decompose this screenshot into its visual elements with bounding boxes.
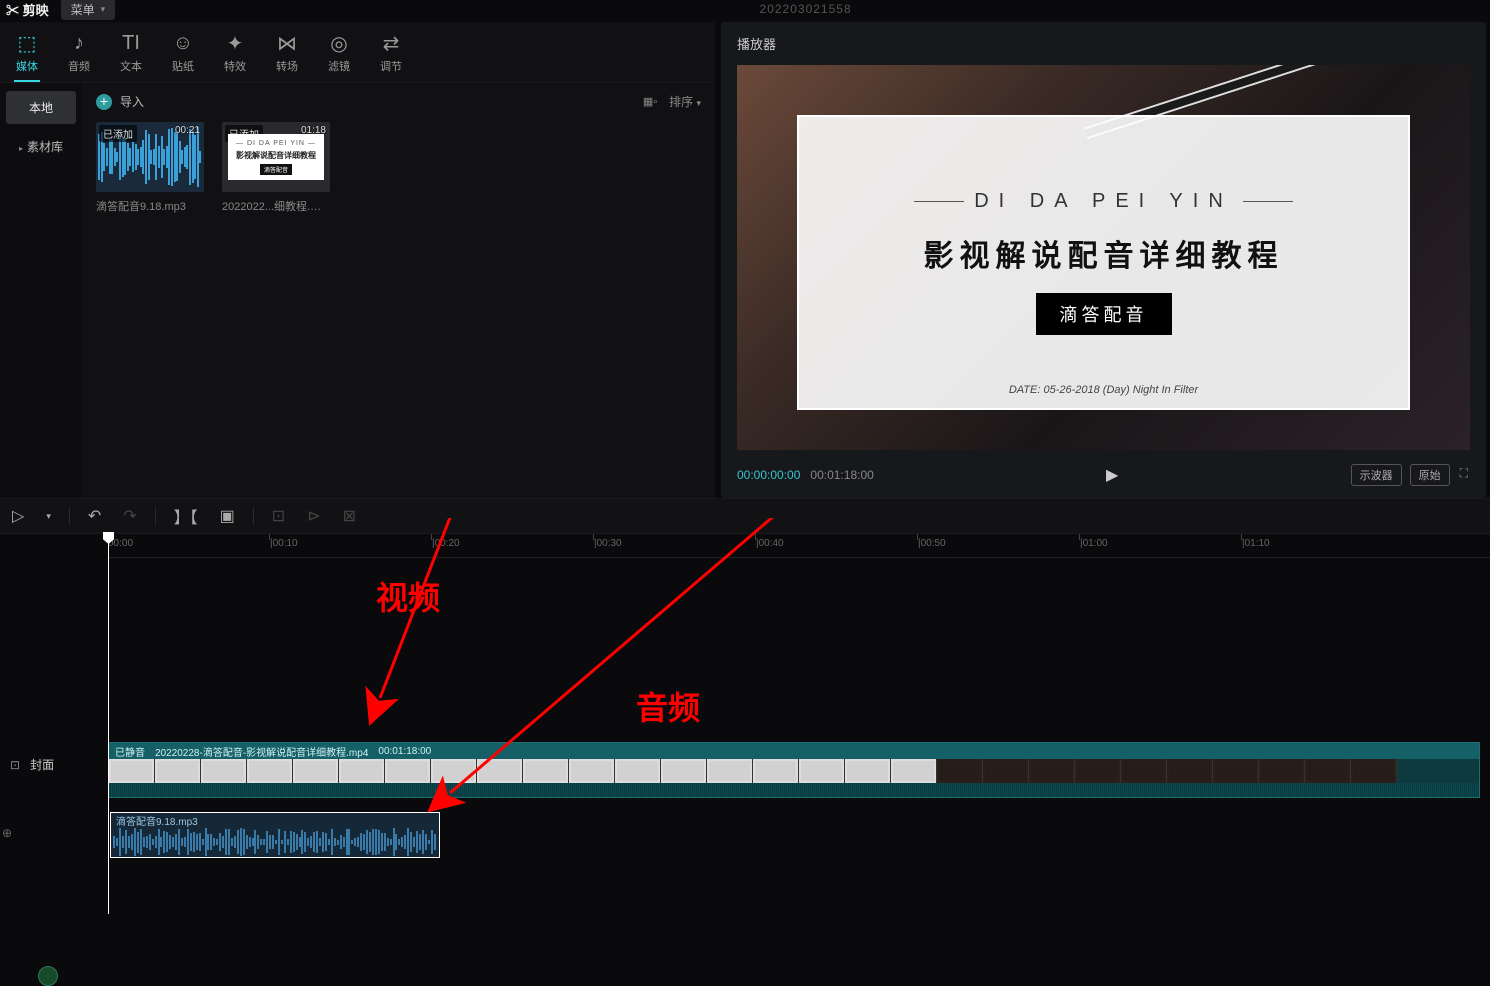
tab-label: 滤镜 — [328, 58, 350, 74]
app-logo: ✂ 剪映 — [6, 0, 49, 19]
player-title: 播放器 — [721, 22, 1486, 65]
menu-label: 菜单 — [71, 1, 95, 18]
frame-date: DATE: 05-26-2018 (Day) Night In Filter — [799, 384, 1408, 396]
annotation-overlay: 视频 音频 — [0, 518, 1490, 848]
tab-icon: ✦ — [227, 32, 244, 54]
add-track-button[interactable]: ⊕ — [2, 826, 12, 840]
ruler-tick: |01:10 — [1242, 538, 1270, 549]
tab-label: 特效 — [224, 58, 246, 74]
tab-label: 文本 — [120, 58, 142, 74]
playhead[interactable] — [108, 534, 109, 914]
sidebar-local[interactable]: 本地 — [6, 91, 76, 124]
tab-转场[interactable]: ⋈ 转场 — [274, 28, 300, 82]
annotation-video-label: 视频 — [376, 573, 440, 619]
track-controls: ⊡ 封面 — [0, 756, 98, 773]
video-frame: DI DA PEI YIN 影视解说配音详细教程 滴答配音 DATE: 05-2… — [737, 65, 1470, 450]
sort-button[interactable]: 排序 ▾ — [669, 93, 701, 110]
tab-icon: TI — [122, 32, 140, 54]
pointer-dropdown[interactable]: ▾ — [42, 507, 55, 526]
media-main: + 导入 ▦▫ 排序 ▾ 已添加00:21滴答配音9.18.mp3已添加01:1… — [82, 83, 715, 498]
frame-pill: 滴答配音 — [1036, 293, 1172, 335]
video-clip[interactable]: 已静音 20220228-滴答配音-影视解说配音详细教程.mp4 00:01:1… — [108, 742, 1480, 798]
media-item[interactable]: 已添加01:18— DI DA PEI YIN —影视解说配音详细教程滴答配音2… — [222, 122, 330, 214]
scope-button[interactable]: 示波器 — [1351, 464, 1402, 486]
tab-调节[interactable]: ⇄ 调节 — [378, 28, 404, 82]
timeline[interactable]: 00:00|00:10|00:20|00:30|00:40|00:50|01:0… — [0, 534, 1490, 558]
tool-a[interactable]: ⊡ — [268, 502, 289, 530]
ruler-tick: |00:20 — [432, 538, 460, 549]
media-item[interactable]: 已添加00:21滴答配音9.18.mp3 — [96, 122, 204, 214]
view-grid-icon[interactable]: ▦▫ — [643, 95, 657, 108]
tool-b[interactable]: ⊳ — [303, 502, 324, 530]
media-sidebar: 本地 ▸ 素材库 — [0, 83, 82, 498]
redo-button[interactable]: ↷ — [119, 502, 140, 530]
original-button[interactable]: 原始 — [1410, 464, 1450, 486]
tab-label: 贴纸 — [172, 58, 194, 74]
tab-滤镜[interactable]: ◎ 滤镜 — [326, 28, 352, 82]
lock-icon[interactable]: ⊡ — [10, 758, 20, 772]
tab-icon: ☺ — [173, 32, 193, 54]
time-current: 00:00:00:00 — [737, 468, 800, 482]
tab-音频[interactable]: ♪ 音频 — [66, 28, 92, 82]
split-tool[interactable]: 】【 — [170, 500, 202, 532]
tab-媒体[interactable]: ⬚ 媒体 — [14, 28, 40, 82]
frame-heading: 影视解说配音详细教程 — [924, 231, 1284, 275]
media-panel: ⬚ 媒体 ♪ 音频 TI 文本 ☺ 贴纸 ✦ 特效 ⋈ 转场 ◎ 滤镜 ⇄ 调节 本地 ▸ 素材库 + 导入 ▦… — [0, 22, 715, 498]
frame-pinyin: DI DA PEI YIN — [974, 190, 1233, 213]
ruler-tick: |01:00 — [1080, 538, 1108, 549]
fullscreen-icon[interactable]: ⛶ — [1458, 464, 1470, 486]
import-label: 导入 — [120, 93, 144, 110]
tab-文本[interactable]: TI 文本 — [118, 28, 144, 82]
muted-badge: 已静音 — [115, 744, 145, 759]
tab-label: 转场 — [276, 58, 298, 74]
undo-button[interactable]: ↶ — [84, 502, 105, 530]
pointer-tool[interactable]: ▷ — [8, 502, 28, 530]
audio-clip-name: 滴答配音9.18.mp3 — [116, 813, 198, 828]
timeline-ruler[interactable]: 00:00|00:10|00:20|00:30|00:40|00:50|01:0… — [108, 534, 1490, 558]
tab-特效[interactable]: ✦ 特效 — [222, 28, 248, 82]
crop-tool[interactable]: ▣ — [216, 502, 239, 530]
play-button[interactable]: ▶ — [1106, 465, 1118, 485]
mute-toggle[interactable] — [38, 966, 58, 986]
time-duration: 00:01:18:00 — [810, 468, 873, 482]
ruler-tick: |00:30 — [594, 538, 622, 549]
tool-c[interactable]: ⊠ — [339, 502, 360, 530]
tab-icon: ♪ — [74, 32, 84, 54]
triangle-right-icon: ▸ — [19, 144, 23, 153]
video-clip-duration: 00:01:18:00 — [378, 746, 431, 757]
audio-clip[interactable]: 滴答配音9.18.mp3 — [110, 812, 440, 858]
top-tabs: ⬚ 媒体 ♪ 音频 TI 文本 ☺ 贴纸 ✦ 特效 ⋈ 转场 ◎ 滤镜 ⇄ 调节 — [0, 22, 715, 83]
ruler-tick: |00:40 — [756, 538, 784, 549]
tab-icon: ⋈ — [277, 32, 297, 54]
tab-icon: ⬚ — [18, 32, 37, 54]
annotation-audio-label: 音频 — [636, 683, 700, 729]
project-name: 202203021558 — [760, 2, 852, 16]
media-name: 滴答配音9.18.mp3 — [96, 198, 204, 214]
timeline-toolbar: ▷ ▾ ↶ ↷ 】【 ▣ ⊡ ⊳ ⊠ — [0, 498, 1490, 534]
import-button[interactable]: + 导入 — [96, 93, 144, 110]
player-viewport[interactable]: DI DA PEI YIN 影视解说配音详细教程 滴答配音 DATE: 05-2… — [737, 65, 1470, 450]
tab-贴纸[interactable]: ☺ 贴纸 — [170, 28, 196, 82]
tab-icon: ⇄ — [383, 32, 400, 54]
menu-button[interactable]: 菜单 ▾ — [61, 0, 116, 20]
tab-label: 音频 — [68, 58, 90, 74]
chevron-down-icon: ▾ — [101, 4, 106, 15]
sidebar-library[interactable]: ▸ 素材库 — [6, 130, 76, 163]
cover-button[interactable]: 封面 — [30, 756, 54, 773]
ruler-tick: |00:10 — [270, 538, 298, 549]
sidebar-library-label: 素材库 — [27, 140, 63, 154]
tab-label: 媒体 — [16, 58, 38, 74]
tab-label: 调节 — [380, 58, 402, 74]
ruler-tick: |00:50 — [918, 538, 946, 549]
media-grid: 已添加00:21滴答配音9.18.mp3已添加01:18— DI DA PEI … — [96, 122, 701, 214]
titlebar: ✂ 剪映 菜单 ▾ 202203021558 — [0, 0, 1490, 18]
media-name: 2022022...细教程.mp4 — [222, 198, 330, 214]
player-panel: 播放器 DI DA PEI YIN 影视解说配音详细教程 滴答配音 DATE: … — [721, 22, 1486, 498]
plus-icon: + — [96, 94, 112, 110]
video-clip-name: 20220228-滴答配音-影视解说配音详细教程.mp4 — [155, 744, 368, 759]
tab-icon: ◎ — [330, 32, 347, 54]
